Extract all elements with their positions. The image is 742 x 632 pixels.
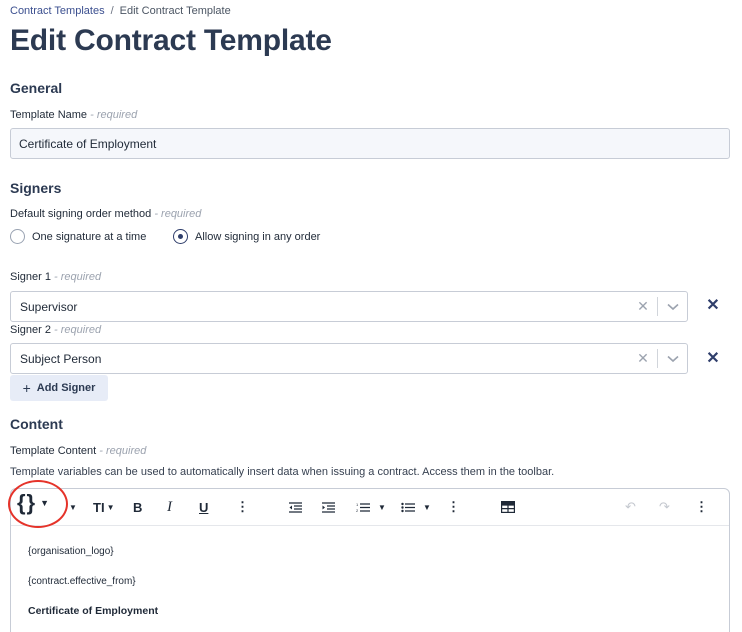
breadcrumb-separator: / <box>110 5 114 17</box>
clear-icon[interactable]: ✕ <box>629 298 657 315</box>
bullet-list-icon[interactable]: ▼ <box>401 497 431 517</box>
section-signers-heading: Signers <box>10 180 62 196</box>
svg-text:1: 1 <box>356 502 359 507</box>
radio-allow-signing-any-order[interactable]: Allow signing in any order <box>173 229 320 244</box>
editor-line-certificate-title[interactable]: Certificate of Employment <box>28 605 158 617</box>
breadcrumb: Contract Templates / Edit Contract Templ… <box>10 5 231 17</box>
clear-icon[interactable]: ✕ <box>629 350 657 367</box>
svg-text:2: 2 <box>356 508 359 513</box>
breadcrumb-contract-templates-link[interactable]: Contract Templates <box>10 5 105 17</box>
editor-line-organisation-logo[interactable]: {organisation_logo} <box>28 546 114 557</box>
required-hint: - required <box>54 271 102 283</box>
add-signer-label: Add Signer <box>36 382 96 394</box>
template-name-input[interactable] <box>10 128 730 159</box>
breadcrumb-current: Edit Contract Template <box>119 5 231 17</box>
radio-button-unchecked[interactable] <box>10 229 25 244</box>
font-color-icon[interactable]: ▼ <box>67 497 77 517</box>
table-icon[interactable] <box>501 497 515 517</box>
redo-icon[interactable]: ↷ <box>659 497 670 517</box>
required-hint: - required <box>99 445 147 457</box>
ordered-list-icon[interactable]: 12 ▼ <box>356 497 386 517</box>
signer-2-select[interactable]: Subject Person ✕ <box>10 343 688 374</box>
required-hint: - required <box>90 109 138 121</box>
editor-line-contract-effective-from[interactable]: {contract.effective_from} <box>28 576 136 587</box>
remove-signer-2-icon[interactable]: ✕ <box>705 350 721 367</box>
italic-icon[interactable]: I <box>167 497 172 517</box>
radio-label: Allow signing in any order <box>195 230 321 243</box>
editor-toolbar: {} ▼ ▼ TI ▼ B I U ⋮ 12 ▼ ▼ ⋮ ↶ ↷ ⋮ <box>11 489 729 526</box>
radio-button-checked[interactable] <box>173 229 188 244</box>
more-icon[interactable]: ⋮ <box>695 497 708 517</box>
chevron-down-icon[interactable] <box>658 303 687 311</box>
signer-2-label-text: Signer 2 <box>10 324 51 336</box>
underline-icon[interactable]: U <box>199 497 208 517</box>
template-name-label-text: Template Name <box>10 109 88 121</box>
more-icon[interactable]: ⋮ <box>236 497 249 517</box>
radio-one-signature-at-a-time[interactable]: One signature at a time <box>10 229 146 244</box>
variables-icon[interactable]: {} ▼ <box>17 490 50 515</box>
signer-1-label: Signer 1 - required <box>10 271 101 283</box>
page-title: Edit Contract Template <box>10 24 332 57</box>
outdent-icon[interactable] <box>289 497 302 517</box>
chevron-down-icon[interactable] <box>658 355 687 363</box>
signer-1-value: Supervisor <box>20 299 78 314</box>
section-content-heading: Content <box>10 416 63 432</box>
radio-label: One signature at a time <box>32 230 147 243</box>
signing-order-label: Default signing order method - required <box>10 208 201 220</box>
template-variables-help-text: Template variables can be used to automa… <box>10 466 555 478</box>
signer-1-label-text: Signer 1 <box>10 271 51 283</box>
add-signer-button[interactable]: + Add Signer <box>10 375 108 401</box>
font-size-icon[interactable]: TI ▼ <box>93 497 114 517</box>
required-hint: - required <box>154 208 202 220</box>
template-name-label: Template Name - required <box>10 109 137 121</box>
signer-2-value: Subject Person <box>20 351 102 366</box>
template-content-label-text: Template Content <box>10 445 97 457</box>
indent-icon[interactable] <box>322 497 335 517</box>
remove-signer-1-icon[interactable]: ✕ <box>705 297 721 314</box>
rich-text-editor[interactable]: {} ▼ ▼ TI ▼ B I U ⋮ 12 ▼ ▼ ⋮ ↶ ↷ ⋮ {organi… <box>10 488 730 632</box>
required-hint: - required <box>54 324 102 336</box>
bold-icon[interactable]: B <box>133 497 142 517</box>
plus-icon: + <box>22 380 31 396</box>
template-content-label: Template Content - required <box>10 445 146 457</box>
undo-icon[interactable]: ↶ <box>625 497 636 517</box>
signer-2-label: Signer 2 - required <box>10 324 101 336</box>
more-icon[interactable]: ⋮ <box>447 497 460 517</box>
section-general-heading: General <box>10 80 63 96</box>
signer-1-select[interactable]: Supervisor ✕ <box>10 291 688 322</box>
signing-order-label-text: Default signing order method <box>10 208 152 220</box>
